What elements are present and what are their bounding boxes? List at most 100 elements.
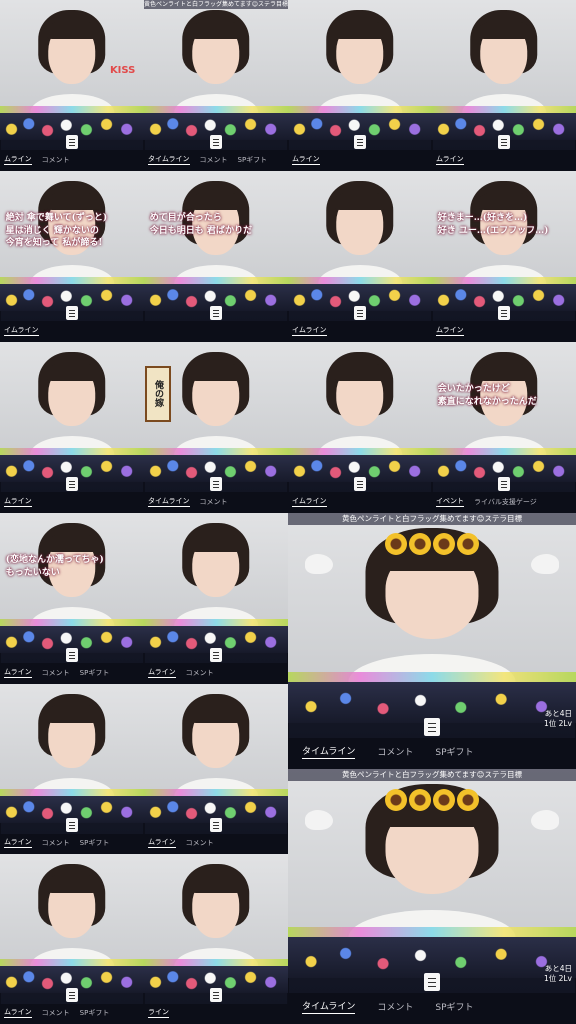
tab-item[interactable]: イムライン [292, 498, 327, 508]
timeline-doc-icon[interactable] [66, 305, 78, 320]
stream-tile[interactable]: 好きまー…(好きを…) 好き ユー…(エフフッフ…) ムライン [432, 171, 576, 342]
stream-tile[interactable]: ムライン コメント SPギフト [0, 684, 144, 854]
sunflower-icon [433, 533, 455, 556]
tab-item[interactable]: ムライン [4, 498, 32, 508]
timeline-doc-icon[interactable] [210, 134, 222, 149]
tab-item[interactable]: コメント [42, 840, 70, 847]
tab-item[interactable]: ライバル支援ゲージ [474, 499, 537, 506]
tab-item[interactable]: ムライン [4, 669, 32, 679]
tab-item[interactable]: ムライン [436, 156, 464, 166]
timeline-doc-icon[interactable] [66, 476, 78, 491]
stream-tile[interactable]: ムライン [0, 342, 144, 513]
timeline-doc-icon[interactable] [498, 305, 510, 320]
tab-item[interactable]: タイムライン [148, 156, 190, 166]
tab-item[interactable]: タイムライン [302, 1003, 356, 1015]
timeline-doc-icon[interactable] [424, 972, 440, 991]
stream-tile[interactable]: ムライン [288, 0, 432, 171]
stream-tile-large[interactable]: 黄色ペンライトと白フラッグ集めてます😊ステラ目標 あと4日 1位 2Lv タイムライン… [288, 513, 576, 769]
bird-left-icon [305, 809, 334, 830]
tab-item[interactable]: コメント [200, 499, 228, 506]
timeline-doc-icon[interactable] [354, 305, 366, 320]
stream-tile[interactable]: KISS ムライン コメント [0, 0, 144, 171]
timeline-doc-icon[interactable] [210, 476, 222, 491]
timeline-doc-icon[interactable] [354, 134, 366, 149]
tab-item[interactable]: ムライン [4, 839, 32, 849]
tab-item[interactable]: コメント [377, 1004, 413, 1013]
bangs-shape [334, 362, 386, 381]
timeline-doc-icon[interactable] [66, 817, 78, 832]
stream-tile[interactable]: めて目が合ったら 今日も明日も 君ばかりだ [144, 171, 288, 342]
stat-line: 1位 2Lv [543, 718, 572, 728]
tab-item[interactable]: ムライン [4, 156, 32, 166]
stream-tile[interactable]: 黄色ペンライトと白フラッグ集めてます😊ステラ目標 タイムライン コメント SPギフト [144, 0, 288, 171]
bangs-shape [190, 533, 242, 552]
tab-item[interactable]: SPギフト [435, 749, 473, 758]
timeline-doc-icon[interactable] [66, 647, 78, 662]
bottom-tabs: タイムライン コメント SPギフト [288, 993, 576, 1024]
tab-item[interactable]: イベント [436, 498, 464, 508]
streamer-figure [174, 352, 258, 474]
tab-item[interactable]: ムライン [436, 327, 464, 337]
tab-item[interactable]: コメント [186, 840, 214, 847]
stream-tile[interactable]: ライン [144, 854, 288, 1024]
lyric-line: もったいない [5, 567, 60, 578]
bangs-shape [46, 533, 98, 552]
tab-item[interactable]: ムライン [4, 1009, 32, 1019]
tab-item[interactable]: タイムライン [148, 498, 190, 508]
tab-item[interactable]: ムライン [148, 839, 176, 849]
bangs-shape [46, 704, 98, 723]
tab-item[interactable]: コメント [42, 157, 70, 164]
sunflower-crown [346, 533, 519, 579]
stream-tile[interactable]: 俺の嫁 タイムライン コメント [144, 342, 288, 513]
timeline-doc-icon[interactable] [498, 134, 510, 149]
tab-item[interactable]: SPギフト [80, 1010, 110, 1017]
bangs-shape [46, 191, 98, 210]
tab-item[interactable]: コメント [377, 749, 413, 758]
tab-item[interactable]: ムライン [148, 669, 176, 679]
tab-item[interactable]: コメント [200, 157, 228, 164]
timeline-doc-icon[interactable] [66, 987, 78, 1002]
stream-tile[interactable]: ムライン コメント SPギフト [0, 854, 144, 1024]
tab-item[interactable]: ライン [148, 1009, 169, 1019]
timeline-doc-icon[interactable] [424, 717, 440, 736]
timeline-doc-icon[interactable] [498, 476, 510, 491]
tab-item[interactable]: ムライン [292, 156, 320, 166]
tab-item[interactable]: イムライン [292, 327, 327, 337]
kiss-sticker: KISS [109, 64, 136, 76]
bottom-tabs: ムライン コメント [144, 833, 288, 854]
tab-item[interactable]: タイムライン [302, 748, 356, 760]
timeline-doc-icon[interactable] [210, 647, 222, 662]
tab-item[interactable]: イムライン [4, 327, 39, 337]
stream-tile[interactable]: イムライン [288, 171, 432, 342]
bottom-tabs: ムライン [432, 150, 576, 171]
streamer-figure [318, 352, 402, 474]
stream-tile[interactable]: ムライン コメント [144, 513, 288, 684]
bangs-shape [46, 20, 98, 39]
bottom-tabs: ムライン コメント SPギフト [0, 1003, 144, 1024]
timeline-doc-icon[interactable] [210, 305, 222, 320]
streamer-figure [318, 10, 402, 132]
tab-item[interactable]: コメント [42, 670, 70, 677]
stream-tile[interactable]: (恋地なんか濡ってちゃ) もったいない ムライン コメント SPギフト [0, 513, 144, 684]
tab-item[interactable]: SPギフト [80, 670, 110, 677]
timeline-doc-icon[interactable] [354, 476, 366, 491]
lyric-caption: 絶対 傘で舞いて(ずっと) 星は消じく 輝かないの 今宵を知って 私が諦る! [6, 212, 139, 250]
stream-tile[interactable]: 絶対 傘で舞いて(ずっと) 星は消じく 輝かないの 今宵を知って 私が諦る! イムライ… [0, 171, 144, 342]
bird-right-icon [530, 809, 559, 830]
timeline-doc-icon[interactable] [66, 134, 78, 149]
tab-item[interactable]: SPギフト [80, 840, 110, 847]
stream-tile[interactable]: ムライン [432, 0, 576, 171]
timeline-doc-icon[interactable] [210, 987, 222, 1002]
stat-line: あと4日 [544, 709, 572, 719]
tab-item[interactable]: コメント [186, 670, 214, 677]
stream-tile[interactable]: イムライン [288, 342, 432, 513]
timeline-doc-icon[interactable] [210, 817, 222, 832]
tab-item[interactable]: SPギフト [238, 157, 268, 164]
bottom-tabs [144, 321, 288, 342]
stream-tile-large[interactable]: 黄色ペンライトと白フラッグ集めてます😊ステラ目標 あと4日 1位 2Lv タイムライン… [288, 769, 576, 1024]
tab-item[interactable]: コメント [42, 1010, 70, 1017]
tab-item[interactable]: SPギフト [435, 1004, 473, 1013]
stream-tile[interactable]: ムライン コメント [144, 684, 288, 854]
stream-tile[interactable]: 会いたかったけど 素直になれなかったんだ イベント ライバル支援ゲージ [432, 342, 576, 513]
bottom-tabs: ムライン [288, 150, 432, 171]
